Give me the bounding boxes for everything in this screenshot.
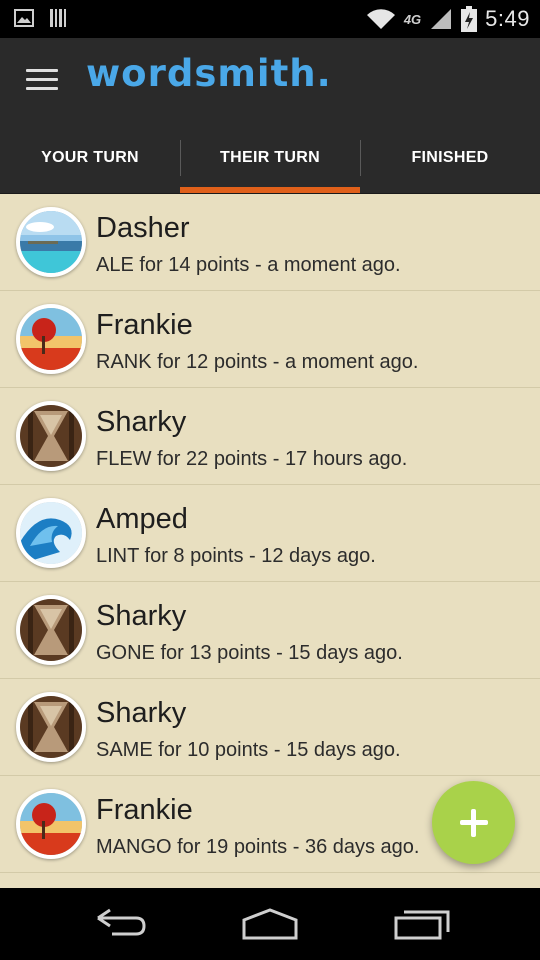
game-row[interactable]: Sharky GONE for 13 points - 15 days ago. xyxy=(0,582,540,679)
game-row[interactable]: Sharky SAME for 10 points - 15 days ago. xyxy=(0,679,540,776)
game-row[interactable]: Amped LINT for 8 points - 12 days ago. xyxy=(0,485,540,582)
last-move: ALE for 14 points - a moment ago. xyxy=(96,254,401,276)
hamburger-menu-icon[interactable] xyxy=(26,69,58,91)
app-logo: wordsmith. xyxy=(86,52,332,95)
battery-icon xyxy=(461,6,478,32)
navigation-bar xyxy=(0,888,540,960)
last-move: LINT for 8 points - 12 days ago. xyxy=(96,545,376,567)
avatar-hourglass xyxy=(16,401,86,471)
player-name: Dasher xyxy=(96,212,190,244)
network-type-label: 4G xyxy=(403,11,422,27)
new-game-button[interactable] xyxy=(432,781,515,864)
avatar-red-tree xyxy=(16,789,86,859)
avatar-hourglass xyxy=(16,595,86,665)
back-icon[interactable] xyxy=(90,906,150,942)
game-row[interactable]: Dasher ALE for 14 points - a moment ago. xyxy=(0,194,540,291)
signal-icon xyxy=(431,9,452,29)
game-row[interactable]: Frankie RANK for 12 points - a moment ag… xyxy=(0,291,540,388)
last-move: MANGO for 19 points - 36 days ago. xyxy=(96,836,420,858)
status-bar: 4G 5:49 xyxy=(0,0,540,38)
last-move: RANK for 12 points - a moment ago. xyxy=(96,351,419,373)
player-name: Frankie xyxy=(96,794,193,826)
tab-your-turn[interactable]: YOUR TURN xyxy=(0,122,180,193)
avatar-hourglass xyxy=(16,692,86,762)
player-name: Sharky xyxy=(96,600,187,632)
tab-finished[interactable]: FINISHED xyxy=(360,122,540,193)
last-move: GONE for 13 points - 15 days ago. xyxy=(96,642,403,664)
home-icon[interactable] xyxy=(240,906,300,942)
status-time: 5:49 xyxy=(485,6,530,31)
avatar-beach xyxy=(16,207,86,277)
player-name: Amped xyxy=(96,503,188,535)
wifi-icon xyxy=(366,9,395,29)
game-row[interactable]: Sharky FLEW for 22 points - 17 hours ago… xyxy=(0,388,540,485)
tab-their-turn[interactable]: THEIR TURN xyxy=(180,122,360,193)
player-name: Sharky xyxy=(96,406,187,438)
avatar-red-tree xyxy=(16,304,86,374)
player-name: Sharky xyxy=(96,697,187,729)
player-name: Frankie xyxy=(96,309,193,341)
image-icon xyxy=(14,9,34,27)
barcode-icon xyxy=(50,9,66,27)
app-bar: wordsmith. xyxy=(0,38,540,122)
last-move: FLEW for 22 points - 17 hours ago. xyxy=(96,448,408,470)
recent-apps-icon[interactable] xyxy=(392,906,452,942)
tab-bar: YOUR TURN THEIR TURN FINISHED xyxy=(0,122,540,194)
last-move: SAME for 10 points - 15 days ago. xyxy=(96,739,401,761)
avatar-wave xyxy=(16,498,86,568)
